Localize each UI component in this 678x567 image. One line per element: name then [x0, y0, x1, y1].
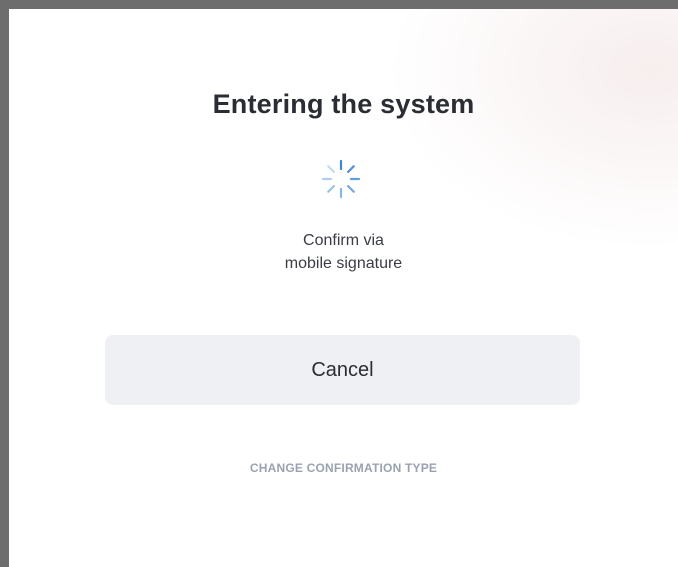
login-dialog: Entering the system Confirm via mobile s…: [9, 9, 678, 567]
page-title: Entering the system: [212, 89, 475, 119]
message-line-1: Confirm via: [303, 232, 384, 249]
confirmation-message: Confirm via mobile signature: [9, 229, 678, 275]
loading-spinner-icon: [321, 159, 361, 199]
browser-viewport: Entering the system Confirm via mobile s…: [9, 9, 678, 567]
message-line-2: mobile signature: [284, 255, 403, 272]
change-confirmation-type-link[interactable]: CHANGE CONFIRMATION TYPE: [9, 461, 678, 475]
cancel-button[interactable]: Cancel: [105, 335, 580, 405]
